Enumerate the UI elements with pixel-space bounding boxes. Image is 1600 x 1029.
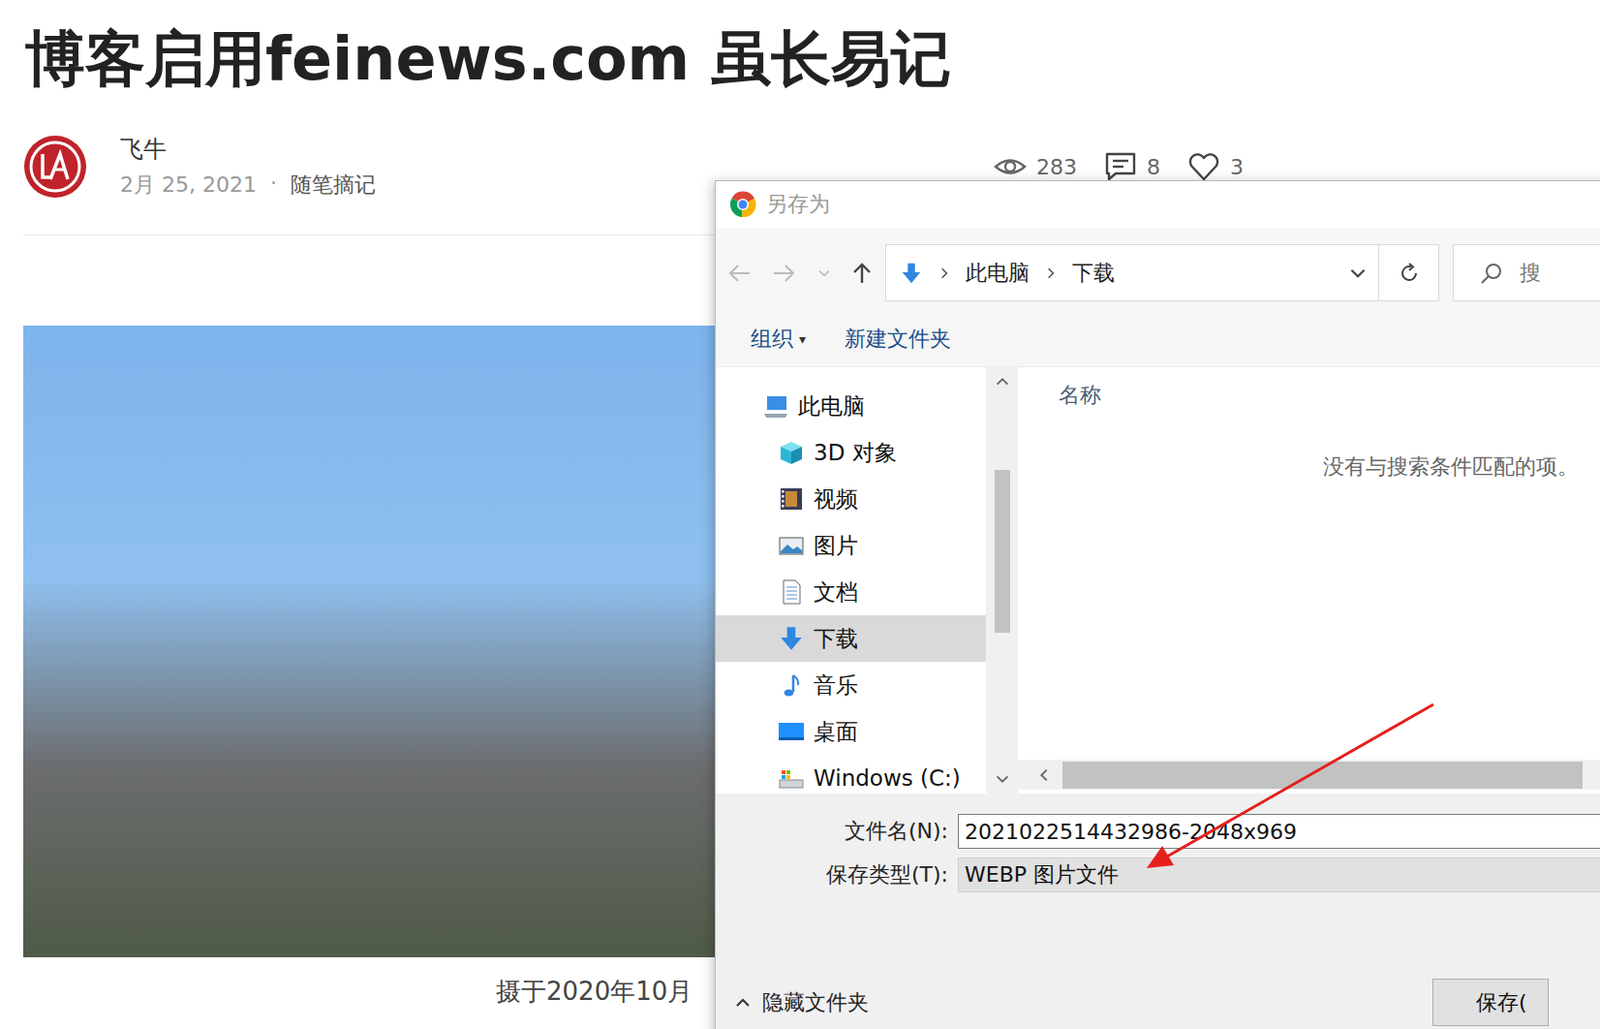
- date-line: 2月 25, 2021 · 随笔摘记: [120, 170, 376, 200]
- tree-item[interactable]: 桌面: [715, 707, 986, 755]
- hide-folders-toggle[interactable]: 隐藏文件夹: [733, 987, 869, 1017]
- picture-icon: [777, 531, 805, 559]
- up-icon[interactable]: [849, 260, 875, 286]
- save-form: 文件名(N):2021022514432986-2048x969 保存类型(T):…: [715, 793, 1600, 1029]
- save-button[interactable]: 保存(: [1432, 978, 1549, 1026]
- browser-body: 此电脑3D 对象视频图片文档下载音乐桌面Windows (C:)名称没有与搜索条…: [715, 366, 1600, 794]
- article-title: 博客启用feinews.com 虽长易记: [23, 21, 1477, 97]
- document-icon: [777, 578, 805, 606]
- tree-item[interactable]: 音乐: [715, 661, 986, 708]
- post-date: 2月 25, 2021: [120, 170, 257, 200]
- up-button[interactable]: [844, 243, 880, 303]
- toolbar-button[interactable]: 组织▾: [750, 324, 806, 354]
- desktop-icon: [777, 717, 805, 745]
- address-bar[interactable]: 此电脑下载: [885, 244, 1380, 302]
- toolbar: 组织▾ 新建文件夹: [715, 311, 1600, 367]
- empty-message: 没有与搜索条件匹配的项。: [1017, 409, 1600, 482]
- tree-item[interactable]: 3D 对象: [715, 429, 986, 476]
- nav-row: 此电脑下载 搜: [715, 227, 1600, 303]
- search-field[interactable]: 搜: [1452, 244, 1600, 302]
- views-stat[interactable]: 283: [993, 150, 1077, 184]
- tree-item[interactable]: Windows (C:): [715, 754, 986, 794]
- dropdown-icon: [1347, 262, 1369, 284]
- chrome-icon: [729, 190, 757, 218]
- collapse-icon: [733, 992, 753, 1013]
- music-icon: [777, 671, 805, 699]
- list-scrollbar[interactable]: [1017, 759, 1600, 790]
- breadcrumb-item[interactable]: 此电脑: [936, 258, 1030, 288]
- video-icon: [777, 485, 805, 513]
- nav-tree: 此电脑3D 对象视频图片文档下载音乐桌面Windows (C:): [715, 367, 986, 794]
- refresh-button[interactable]: [1379, 244, 1441, 302]
- avatar-icon[interactable]: [23, 134, 88, 199]
- back-button[interactable]: [715, 243, 765, 303]
- author-name[interactable]: 飞牛: [120, 133, 376, 165]
- scroll-thumb[interactable]: [994, 469, 1011, 633]
- toolbar-button[interactable]: 新建文件夹: [844, 324, 952, 354]
- breadcrumb-item[interactable]: 下载: [1043, 258, 1115, 288]
- field-label: 文件名(N):: [715, 816, 958, 846]
- stats: 283 83: [993, 150, 1244, 184]
- form-row: 文件名(N):2021022514432986-2048x969: [715, 813, 1600, 849]
- computer-icon: [762, 392, 790, 420]
- scroll-left-icon: [1035, 766, 1053, 784]
- title-bar: 另存为: [715, 181, 1600, 228]
- category-link[interactable]: 随笔摘记: [290, 170, 376, 200]
- recent-button[interactable]: [803, 243, 845, 303]
- tree-item[interactable]: 图片: [715, 522, 986, 569]
- breadcrumb-chevron-icon: [1043, 265, 1059, 281]
- scroll-thumb[interactable]: [1062, 761, 1583, 789]
- scroll-down-icon: [993, 769, 1012, 788]
- breadcrumb-chevron-icon: [936, 265, 953, 281]
- back-icon[interactable]: [727, 260, 753, 286]
- file-type-select[interactable]: WEBP 图片文件: [957, 857, 1600, 893]
- comments-stat[interactable]: 8: [1104, 150, 1161, 184]
- meta-text: 飞牛 2月 25, 2021 · 随笔摘记: [120, 133, 376, 200]
- field-label: 保存类型(T):: [715, 860, 958, 890]
- address-dropdown[interactable]: [1337, 262, 1379, 284]
- tree-item[interactable]: 视频: [715, 475, 986, 523]
- separator: ·: [270, 170, 277, 200]
- tree-scrollbar[interactable]: [985, 367, 1018, 794]
- download-icon: [777, 624, 805, 652]
- eye-icon: [993, 150, 1027, 184]
- tree-item[interactable]: 文档: [715, 568, 986, 616]
- scroll-up-icon: [993, 372, 1012, 391]
- forward-icon[interactable]: [770, 260, 797, 286]
- refresh-icon[interactable]: [1397, 261, 1421, 285]
- column-header[interactable]: 名称: [1017, 367, 1600, 410]
- drive-icon: [777, 764, 805, 792]
- comment-icon: [1104, 150, 1138, 184]
- tree-item[interactable]: 下载: [715, 615, 986, 662]
- recent-icon: [816, 265, 832, 281]
- bottom-row: 隐藏文件夹 保存(: [715, 978, 1600, 1026]
- file-list: 名称没有与搜索条件匹配的项。: [1017, 367, 1600, 794]
- form-row: 保存类型(T):WEBP 图片文件: [715, 857, 1600, 893]
- cube-icon: [777, 438, 805, 466]
- annotation-arrow-icon: [0, 0, 1600, 1029]
- tree-item[interactable]: 此电脑: [715, 382, 986, 430]
- forward-button[interactable]: [764, 243, 805, 303]
- download-icon: [899, 261, 924, 285]
- heart-icon: [1187, 150, 1221, 184]
- file-name-input[interactable]: 2021022514432986-2048x969: [957, 813, 1600, 849]
- search-icon: [1478, 260, 1505, 286]
- screen: 博客启用feinews.com 虽长易记飞牛 2月 25, 2021 · 随笔摘记 28…: [0, 0, 1600, 1029]
- dialog-title: 另存为: [766, 189, 831, 219]
- likes-stat[interactable]: 3: [1187, 150, 1244, 184]
- save-as-dialog: 另存为此电脑下载搜组织▾新建文件夹此电脑3D 对象视频图片文档下载音乐桌面Win…: [714, 180, 1600, 1029]
